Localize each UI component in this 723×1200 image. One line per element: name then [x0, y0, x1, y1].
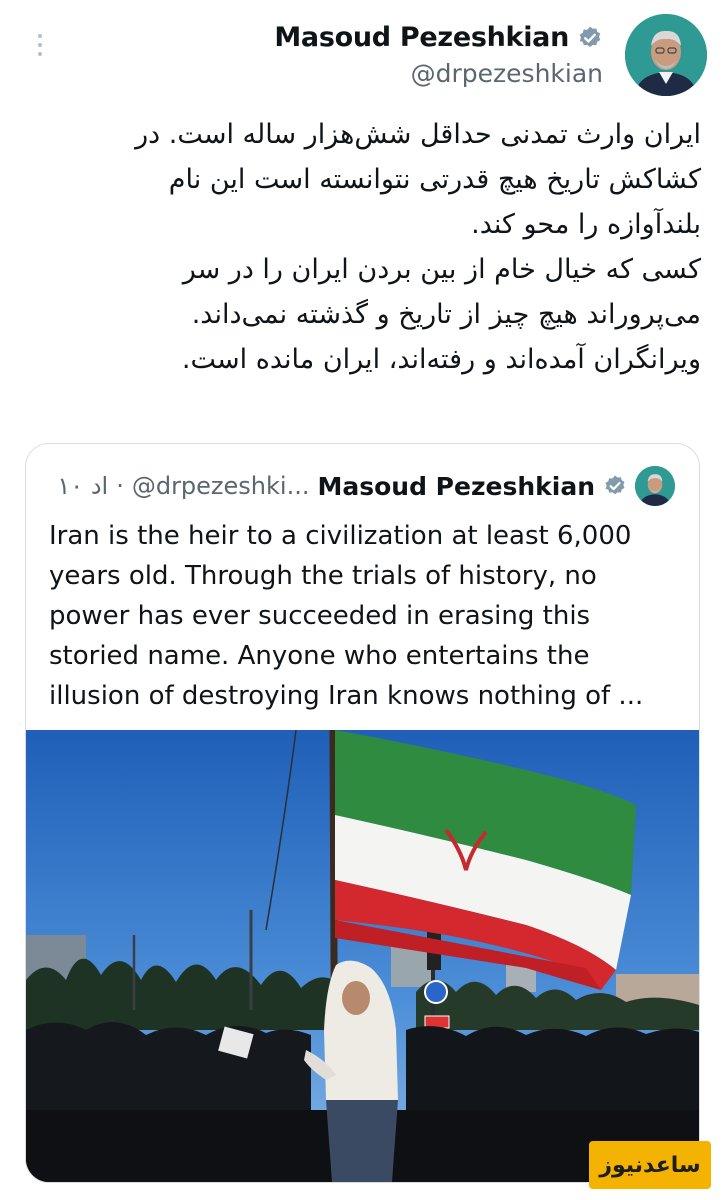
meta-separator: ·	[116, 472, 124, 500]
author-handle[interactable]: @drpezeshkian	[274, 59, 603, 88]
watermark-logo: ساعدنیوز	[589, 1141, 711, 1189]
author-name[interactable]: Masoud Pezeshkian	[274, 22, 569, 53]
quoted-tweet-text: Iran is the heir to a civilization at le…	[49, 521, 644, 711]
quoted-tweet-card[interactable]: ۱۰ اد · @drpezeshki... Masoud Pezeshkian…	[25, 443, 700, 1183]
quoted-avatar	[635, 466, 675, 506]
verified-badge-icon	[605, 475, 625, 495]
quoted-tweet-header: ۱۰ اد · @drpezeshki... Masoud Pezeshkian	[57, 466, 675, 506]
quoted-handle: @drpezeshki...	[131, 472, 310, 500]
tweet-header: Masoud Pezeshkian @drpezeshkian	[274, 14, 707, 96]
author-info: Masoud Pezeshkian @drpezeshkian	[274, 22, 603, 88]
quoted-author-name: Masoud Pezeshkian	[317, 471, 595, 501]
more-vertical-icon[interactable]	[30, 34, 50, 64]
verified-badge-icon	[579, 26, 601, 47]
flag-rally-photo[interactable]	[26, 730, 699, 1182]
tweet-text: ایران وارث تمدنی حداقل شش‌هزار ساله است.…	[135, 119, 701, 375]
avatar[interactable]	[625, 14, 707, 96]
quoted-time: ۱۰ اد	[57, 472, 109, 500]
